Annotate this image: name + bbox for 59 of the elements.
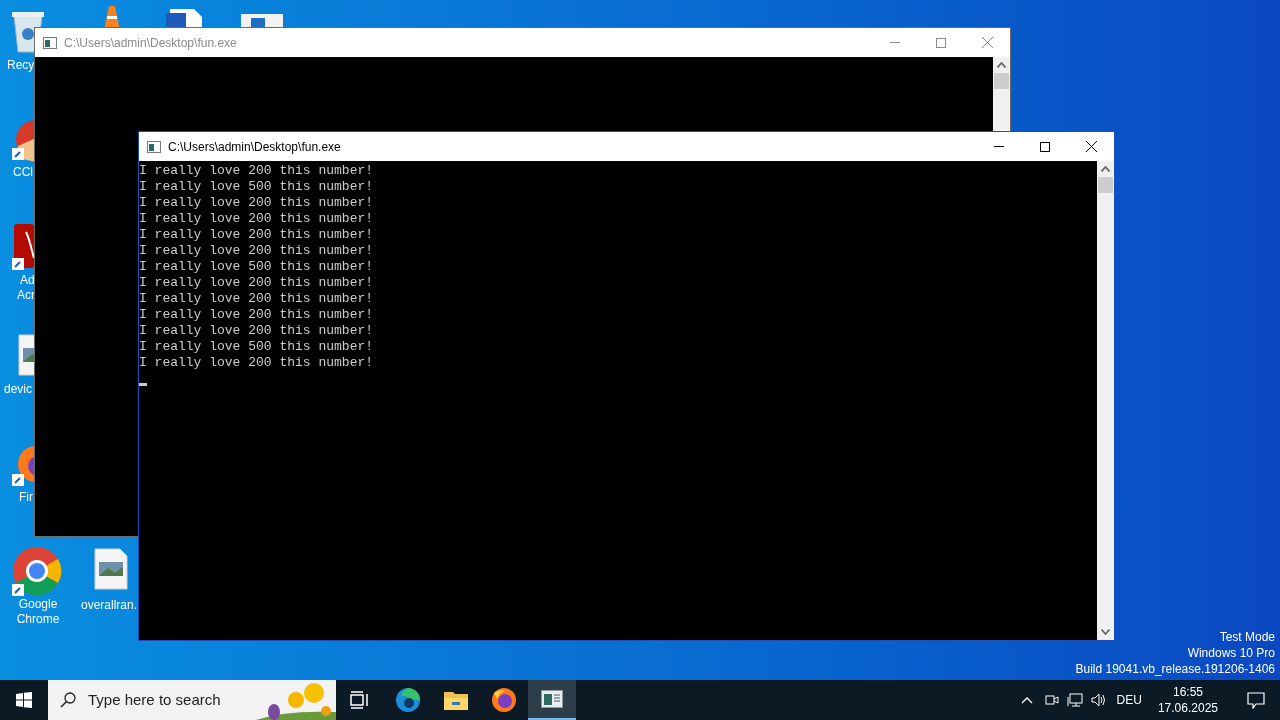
network-icon[interactable] (1066, 692, 1083, 708)
console-line: I really love 200 this number! (139, 195, 374, 211)
window-app-icon (241, 14, 283, 28)
language-indicator[interactable]: DEU (1116, 691, 1142, 709)
close-icon (981, 37, 993, 48)
scroll-up-icon (1101, 166, 1110, 172)
window-title: C:\Users\admin\Desktop\fun.exe (168, 138, 341, 156)
desktop-icon-label[interactable]: CCl (13, 165, 33, 180)
window-title: C:\Users\admin\Desktop\fun.exe (64, 34, 237, 52)
search-box[interactable]: Type here to search (48, 680, 336, 720)
console-line: I really love 200 this number! (139, 163, 374, 179)
volume-icon[interactable] (1090, 692, 1107, 708)
console-line: I really love 200 this number! (139, 307, 374, 323)
scroll-thumb[interactable] (994, 73, 1009, 89)
notification-icon (1247, 691, 1265, 709)
desktop-icon-label[interactable]: Ad Acr (17, 273, 35, 303)
close-icon (1085, 141, 1097, 152)
clock[interactable]: 16:55 17.06.2025 (1151, 684, 1224, 716)
console-line: I really love 500 this number! (139, 339, 374, 355)
console-app-icon (147, 140, 161, 153)
desktop-icon-label[interactable]: Google Chrome (12, 597, 64, 627)
system-notice-line: Windows 10 Pro (1187, 645, 1275, 661)
desktop-icon-label[interactable]: devic (4, 382, 32, 397)
desktop-icon-label[interactable]: overallran. (81, 598, 138, 613)
windows-logo-icon (16, 692, 32, 708)
console-line: I really love 200 this number! (139, 243, 374, 259)
scroll-thumb[interactable] (1098, 177, 1113, 193)
console-line: I really love 200 this number! (139, 227, 374, 243)
folder-icon (444, 690, 468, 710)
console-line: I really love 200 this number! (139, 323, 374, 339)
console-line: I really love 200 this number! (139, 291, 374, 307)
text-cursor (139, 383, 147, 386)
console-app-icon (541, 690, 563, 708)
console-line: I really love 200 this number! (139, 355, 374, 371)
console-line: I really love 200 this number! (139, 275, 374, 291)
console-line: I really love 200 this number! (139, 211, 374, 227)
search-icon (60, 692, 76, 708)
console-line: I really love 500 this number! (139, 179, 374, 195)
firefox-icon (491, 687, 517, 713)
scroll-up-icon (997, 62, 1006, 68)
console-line: I really love 500 this number! (139, 259, 374, 275)
console-app-icon (43, 36, 57, 49)
maximize-icon (1040, 141, 1050, 152)
scroll-down-icon (1101, 629, 1110, 635)
image-file-icon (94, 548, 128, 590)
system-notice-line: Test Mode (1219, 629, 1275, 645)
task-view-icon (350, 691, 370, 709)
system-notice-line: Build 19041.vb_release.191206-1406 (1075, 661, 1275, 677)
chevron-up-icon[interactable] (1020, 696, 1033, 704)
camera-icon[interactable] (1044, 692, 1059, 708)
edge-icon (395, 687, 421, 713)
taskbar-app-button[interactable] (528, 680, 576, 720)
maximize-icon (936, 37, 946, 48)
desktop-icon-label[interactable]: Recy (7, 58, 35, 73)
chrome-icon (12, 546, 62, 596)
minimize-icon (994, 146, 1004, 147)
search-input[interactable]: Type here to search (88, 688, 258, 712)
minimize-icon (890, 42, 900, 43)
desktop-icon-label[interactable]: Fir (19, 490, 33, 505)
